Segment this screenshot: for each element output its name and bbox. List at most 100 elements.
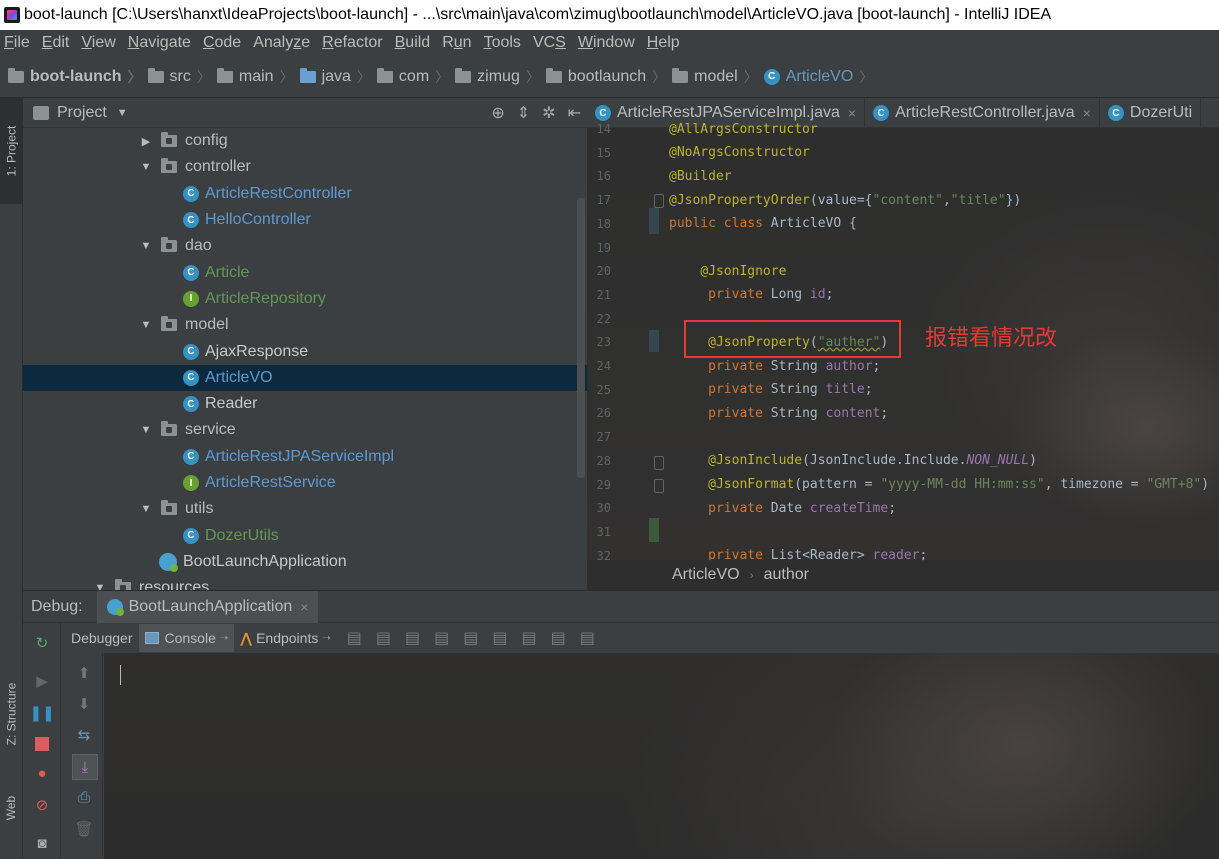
print-icon[interactable]: ⎙ <box>74 787 94 807</box>
project-view-dropdown-icon[interactable]: ▼ <box>117 107 128 119</box>
console-output[interactable] <box>104 653 1219 859</box>
project-tool-tab[interactable]: 1: Project <box>0 98 23 204</box>
chevron-down-icon[interactable]: ▼ <box>139 161 153 173</box>
hide-panel-icon[interactable]: ⇤ <box>568 103 581 123</box>
tree-file-node[interactable]: C DozerUtils <box>23 522 587 548</box>
package-folder-icon <box>161 421 177 437</box>
menu-item[interactable]: Code <box>203 34 241 52</box>
menu-item[interactable]: Edit <box>42 34 70 52</box>
tree-file-node[interactable]: C ArticleRestJPAServiceImpl <box>23 444 587 470</box>
breadcrumb-item[interactable]: bootlaunch 〉 <box>545 67 672 87</box>
menu-item[interactable]: Run <box>442 34 471 52</box>
menu-item[interactable]: VCS <box>533 34 566 52</box>
tree-folder-node[interactable]: ▼ resources <box>23 575 587 590</box>
chevron-down-icon[interactable]: ▼ <box>139 503 153 515</box>
evaluate-expression-icon[interactable]: ▤ <box>551 628 566 648</box>
menu-item[interactable]: Help <box>647 34 680 52</box>
tree-folder-node[interactable]: ▼ dao <box>23 233 587 259</box>
editor-breadcrumb-class[interactable]: ArticleVO <box>672 566 740 584</box>
code-area[interactable]: 14 @AllArgsConstructor 15 @NoArgsConstructo… <box>587 122 1219 564</box>
menu-item[interactable]: Tools <box>484 34 521 52</box>
show-execution-point-icon[interactable]: ▤ <box>347 628 362 648</box>
editor-breadcrumb-field[interactable]: author <box>764 566 809 584</box>
pin-tab-icon[interactable]: ➝ <box>322 633 330 644</box>
collapse-all-icon[interactable]: ⇕ <box>517 103 530 123</box>
debug-config-tab[interactable]: BootLaunchApplication × <box>96 590 319 623</box>
run-to-cursor-icon[interactable]: ▤ <box>522 628 537 648</box>
drop-frame-icon[interactable]: ▤ <box>492 628 507 648</box>
tree-file-node[interactable]: I ArticleRestService <box>23 470 587 496</box>
breadcrumb-item[interactable]: model 〉 <box>672 67 764 87</box>
tree-file-node[interactable]: C ArticleRestController <box>23 181 587 207</box>
breadcrumb-item[interactable]: zimug 〉 <box>455 67 546 87</box>
force-step-into-icon[interactable]: ▤ <box>434 628 449 648</box>
menu-item[interactable]: Build <box>395 34 431 52</box>
pin-tab-icon[interactable]: ➝ <box>220 633 228 644</box>
down-arrow-icon[interactable]: ⬇ <box>74 694 94 714</box>
close-icon[interactable]: × <box>300 599 308 615</box>
step-over-icon[interactable]: ▤ <box>376 628 391 648</box>
highlight-annotation-box <box>684 320 901 358</box>
soft-wrap-icon[interactable]: ⇆ <box>74 725 94 745</box>
breadcrumb-item[interactable]: C ArticleVO 〉 <box>763 67 880 87</box>
rerun-icon[interactable]: ↻ <box>32 633 52 653</box>
debug-tab-endpoints[interactable]: ⋀ Endpoints ➝ <box>234 624 336 652</box>
debug-tab-console[interactable]: Console ➝ <box>138 624 235 652</box>
tree-folder-node[interactable]: ▼ utils <box>23 496 587 522</box>
line-number: 29 <box>596 477 611 492</box>
settings-gear-icon[interactable]: ✲ <box>542 103 555 123</box>
project-scrollbar[interactable] <box>577 198 585 478</box>
menu-item-text: avigate <box>139 34 191 51</box>
breadcrumb-item[interactable]: java 〉 <box>299 67 377 87</box>
pause-icon[interactable]: ❚❚ <box>29 703 54 723</box>
chevron-down-icon[interactable]: ▼ <box>139 424 153 436</box>
mute-breakpoints-icon[interactable]: ⊘ <box>32 795 52 815</box>
chevron-down-icon[interactable]: ▼ <box>139 240 153 252</box>
trace-icon[interactable]: ▤ <box>580 628 595 648</box>
breadcrumb-item[interactable]: src 〉 <box>147 67 217 87</box>
code-line: 22 <box>587 307 1219 331</box>
tree-file-node[interactable]: C ArticleVO <box>23 364 587 391</box>
tree-file-node[interactable]: C Reader <box>23 391 587 417</box>
stop-icon[interactable] <box>32 734 52 754</box>
breadcrumb-item[interactable]: boot-launch 〉 <box>8 67 148 87</box>
tree-file-node[interactable]: BootLaunchApplication <box>23 549 587 575</box>
menu-item[interactable]: Refactor <box>322 34 382 52</box>
step-out-icon[interactable]: ▤ <box>463 628 478 648</box>
tree-file-node[interactable]: C AjaxResponse <box>23 338 587 364</box>
tree-folder-node[interactable]: ▼ model <box>23 312 587 338</box>
menu-item[interactable]: Analyze <box>253 34 310 52</box>
chevron-down-icon[interactable]: ▼ <box>93 582 107 590</box>
tree-node-label: resources <box>139 579 210 590</box>
resume-icon[interactable]: ▶ <box>32 671 52 691</box>
tree-folder-node[interactable]: ▼ service <box>23 417 587 443</box>
breadcrumb-item[interactable]: com 〉 <box>376 67 455 87</box>
camera-icon[interactable]: ◙ <box>32 833 52 853</box>
tree-file-node[interactable]: I ArticleRepository <box>23 286 587 312</box>
web-tool-tab[interactable]: Web <box>0 778 23 838</box>
scroll-to-end-icon[interactable]: ⤓ <box>72 754 98 780</box>
locate-icon[interactable]: ⊕ <box>491 103 504 123</box>
tree-file-node[interactable]: C HelloController <box>23 207 587 233</box>
menu-item[interactable]: View <box>81 34 115 52</box>
menu-item[interactable]: File <box>4 34 30 52</box>
clear-all-icon[interactable]: 🗑 <box>74 819 94 839</box>
tree-file-node[interactable]: C Article <box>23 259 587 285</box>
step-into-icon[interactable]: ▤ <box>405 628 420 648</box>
fold-marker-icon[interactable] <box>654 456 664 470</box>
structure-tool-tab[interactable]: Z: Structure <box>0 658 23 770</box>
debug-tab-debugger[interactable]: Debugger <box>65 624 139 652</box>
fold-marker-icon[interactable] <box>654 479 664 493</box>
fold-marker-icon[interactable] <box>654 194 664 208</box>
up-arrow-icon[interactable]: ⬆ <box>74 663 94 683</box>
tree-node-label: config <box>185 132 228 150</box>
menu-item[interactable]: Window <box>578 34 635 52</box>
menu-item-mnemonic: E <box>41 34 53 51</box>
tree-folder-node[interactable]: ▼ controller <box>23 154 587 180</box>
tree-folder-node[interactable]: ▶ config <box>23 128 587 154</box>
chevron-down-icon[interactable]: ▼ <box>139 319 153 331</box>
chevron-right-icon[interactable]: ▶ <box>139 135 153 148</box>
breadcrumb-item[interactable]: main 〉 <box>216 67 300 87</box>
menu-item[interactable]: Navigate <box>128 34 191 52</box>
view-breakpoints-icon[interactable]: ● <box>32 763 52 783</box>
